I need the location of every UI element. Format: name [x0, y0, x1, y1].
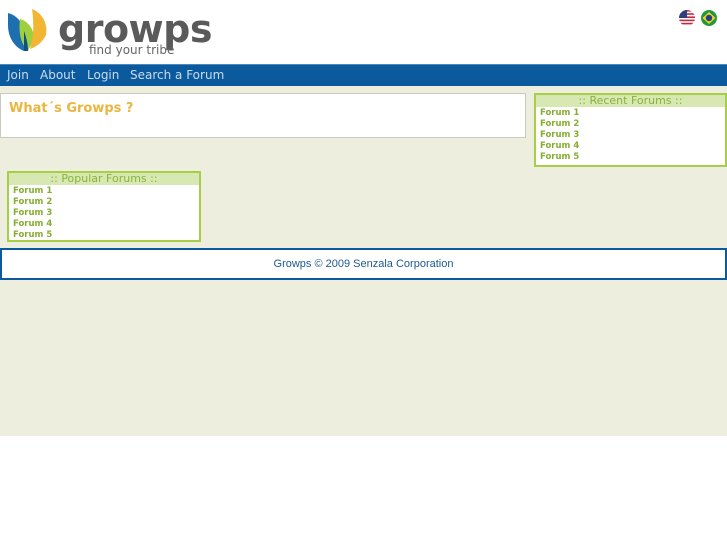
main-nav: Join About Login Search a Forum — [0, 64, 727, 86]
recent-forum-link[interactable]: Forum 5 — [540, 152, 725, 163]
popular-forum-link[interactable]: Forum 1 — [13, 186, 199, 197]
footer: Growps © 2009 Senzala Corporation — [0, 248, 727, 280]
recent-forum-link[interactable]: Forum 2 — [540, 119, 725, 130]
popular-forums-list: Forum 1 Forum 2 Forum 3 Forum 4 Forum 5 — [9, 185, 199, 241]
content-area: What´s Growps ? :: Recent Forums :: Foru… — [0, 86, 727, 436]
popular-forum-link[interactable]: Forum 3 — [13, 208, 199, 219]
nav-search-forum[interactable]: Search a Forum — [130, 68, 224, 82]
nav-about[interactable]: About — [40, 68, 75, 82]
recent-forums-title: :: Recent Forums :: — [536, 95, 725, 107]
recent-forums-list: Forum 1 Forum 2 Forum 3 Forum 4 Forum 5 — [536, 107, 725, 163]
nav-join[interactable]: Join — [7, 68, 29, 82]
leaf-logo-icon — [8, 9, 47, 51]
popular-forums-box: :: Popular Forums :: Forum 1 Forum 2 For… — [7, 171, 201, 242]
whats-growps-box: What´s Growps ? — [0, 93, 526, 138]
recent-forums-box: :: Recent Forums :: Forum 1 Forum 2 Foru… — [534, 93, 727, 167]
header: growps find your tribe — [0, 0, 727, 64]
recent-forum-link[interactable]: Forum 3 — [540, 130, 725, 141]
brazil-flag-icon[interactable] — [701, 10, 717, 26]
whats-growps-title: What´s Growps ? — [9, 101, 134, 116]
recent-forum-link[interactable]: Forum 1 — [540, 108, 725, 119]
logo[interactable]: growps find your tribe — [6, 5, 212, 61]
popular-forum-link[interactable]: Forum 4 — [13, 219, 199, 230]
popular-forum-link[interactable]: Forum 2 — [13, 197, 199, 208]
us-flag-icon[interactable] — [679, 10, 695, 26]
footer-copyright: Growps © 2009 Senzala Corporation — [273, 258, 454, 270]
nav-login[interactable]: Login — [87, 68, 119, 82]
recent-forum-link[interactable]: Forum 4 — [540, 141, 725, 152]
popular-forum-link[interactable]: Forum 5 — [13, 230, 199, 241]
popular-forums-title: :: Popular Forums :: — [9, 173, 199, 185]
tagline: find your tribe — [89, 43, 175, 57]
